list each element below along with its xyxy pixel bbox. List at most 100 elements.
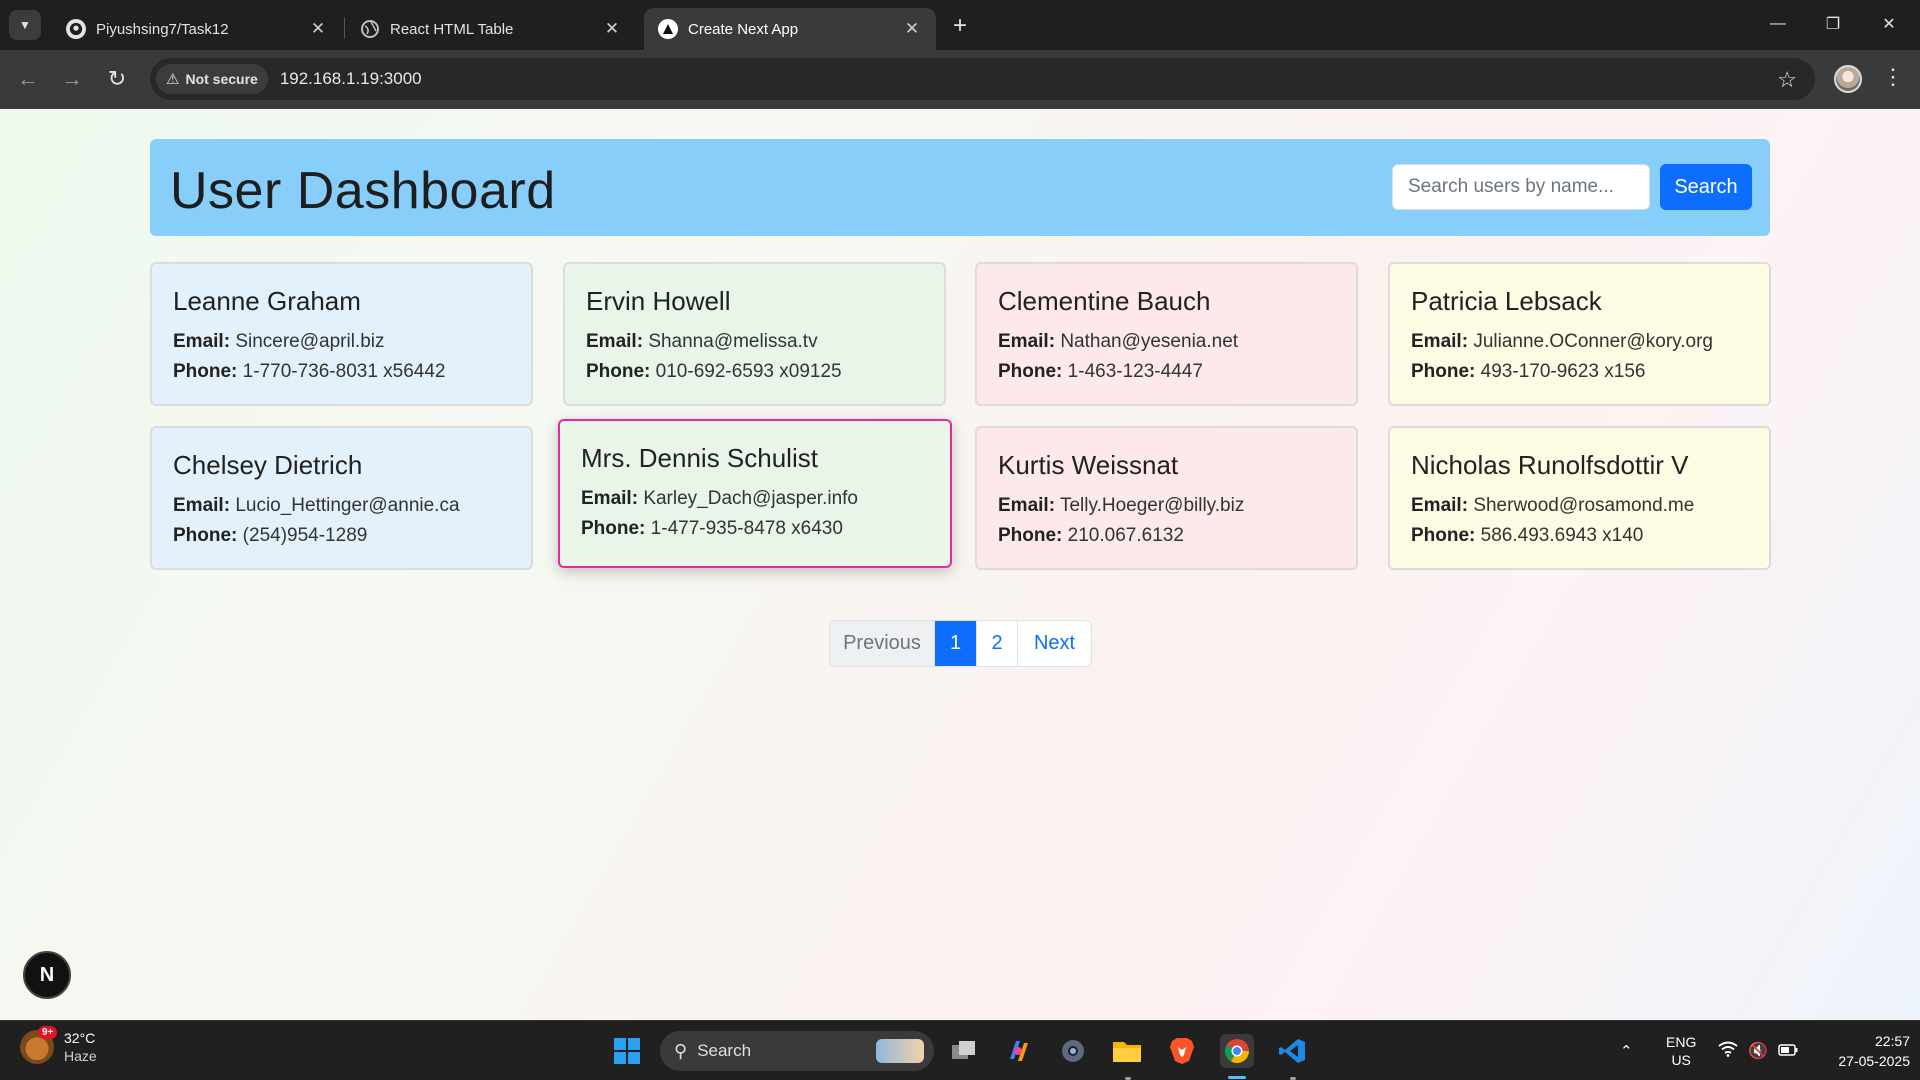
- address-bar[interactable]: ⚠ Not secure 192.168.1.19:3000 ☆: [150, 58, 1815, 100]
- user-card: Clementine Bauch Email: Nathan@yesenia.n…: [975, 262, 1358, 406]
- warning-icon: ⚠: [166, 71, 180, 88]
- email-label: Email:: [998, 331, 1056, 352]
- user-phone-row: Phone: 010-692-6593 x09125: [586, 361, 924, 383]
- close-icon: ✕: [1882, 16, 1896, 33]
- user-phone: 586.493.6943 x140: [1480, 525, 1644, 546]
- user-phone-row: Phone: (254)954-1289: [173, 525, 511, 547]
- reload-button[interactable]: ↻: [100, 62, 134, 96]
- phone-label: Phone:: [998, 525, 1063, 546]
- taskbar-search-label: Search: [697, 1041, 752, 1060]
- pagination-page-1[interactable]: 1: [935, 621, 977, 666]
- system-tray-status[interactable]: 🔇: [1718, 1021, 1798, 1080]
- url-text[interactable]: 192.168.1.19:3000: [280, 69, 422, 89]
- user-card: Chelsey Dietrich Email: Lucio_Hettinger@…: [150, 426, 533, 570]
- browser-menu-icon[interactable]: ⋮: [1880, 64, 1906, 90]
- user-phone: 493-170-9623 x156: [1480, 361, 1646, 382]
- user-phone: 1-477-935-8478 x6430: [650, 518, 843, 539]
- vscode-icon[interactable]: [1275, 1034, 1309, 1068]
- nextjs-dev-indicator[interactable]: N: [23, 951, 71, 999]
- weather-widget[interactable]: 9+ 32°C Haze: [20, 1026, 97, 1065]
- user-name: Mrs. Dennis Schulist: [581, 443, 818, 473]
- user-email: Nathan@yesenia.net: [1060, 331, 1239, 352]
- user-email-row: Email: Karley_Dach@jasper.info: [581, 488, 930, 510]
- phone-label: Phone:: [998, 361, 1063, 382]
- close-icon[interactable]: ✕: [308, 19, 328, 39]
- profile-avatar[interactable]: [1834, 65, 1862, 93]
- user-name: Leanne Graham: [173, 286, 361, 316]
- minimize-button[interactable]: —: [1756, 8, 1800, 40]
- system-clock[interactable]: 22:57 27-05-2025: [1810, 1031, 1910, 1071]
- pagination-previous[interactable]: Previous: [830, 621, 935, 666]
- minimize-icon: —: [1770, 15, 1786, 32]
- windows-taskbar: 9+ 32°C Haze ⚲ Search ⌃ ENG US 🔇 22:57 2…: [0, 1020, 1920, 1080]
- pagination-next[interactable]: Next: [1018, 621, 1091, 666]
- back-button[interactable]: ←: [11, 62, 45, 96]
- phone-label: Phone:: [581, 518, 646, 539]
- windows-start-icon[interactable]: [610, 1034, 644, 1068]
- user-name: Ervin Howell: [586, 286, 731, 316]
- browser-tab-bar: ▼ Piyushsing7/Task12 ✕ React HTML Table …: [0, 0, 1920, 50]
- page-viewport: User Dashboard Search Leanne Graham Emai…: [0, 109, 1920, 1020]
- email-label: Email:: [173, 495, 231, 516]
- bookmark-star-icon[interactable]: ☆: [1777, 67, 1797, 93]
- user-phone: 010-692-6593 x09125: [655, 361, 842, 382]
- email-label: Email:: [1411, 495, 1469, 516]
- search-input[interactable]: [1392, 164, 1650, 210]
- user-email: Karley_Dach@jasper.info: [643, 488, 858, 509]
- user-phone: 1-463-123-4447: [1067, 361, 1203, 382]
- user-name: Clementine Bauch: [998, 286, 1211, 316]
- close-icon[interactable]: ✕: [602, 19, 622, 39]
- user-phone: 1-770-736-8031 x56442: [242, 361, 446, 382]
- pagination: Previous 1 2 Next: [829, 620, 1092, 667]
- email-label: Email:: [173, 331, 231, 352]
- tab-react-html-table[interactable]: React HTML Table ✕: [346, 8, 636, 50]
- forward-button[interactable]: →: [55, 62, 89, 96]
- search-highlight-image: [876, 1039, 924, 1063]
- taskbar-search[interactable]: ⚲ Search: [660, 1031, 934, 1071]
- email-label: Email:: [586, 331, 644, 352]
- new-tab-button[interactable]: +: [946, 12, 974, 40]
- security-label: Not secure: [185, 71, 258, 87]
- restore-button[interactable]: ❐: [1811, 8, 1855, 40]
- clock-time: 22:57: [1874, 1033, 1910, 1049]
- task-view-icon[interactable]: [947, 1034, 981, 1068]
- pagination-page-2[interactable]: 2: [977, 621, 1018, 666]
- file-explorer-icon[interactable]: [1110, 1034, 1144, 1068]
- site-info-chip[interactable]: ⚠ Not secure: [156, 64, 268, 94]
- chrome-icon[interactable]: [1220, 1034, 1254, 1068]
- user-phone-row: Phone: 493-170-9623 x156: [1411, 361, 1749, 383]
- language-indicator[interactable]: ENG US: [1666, 1021, 1696, 1080]
- user-email-row: Email: Shanna@melissa.tv: [586, 331, 924, 353]
- user-email-row: Email: Telly.Hoeger@billy.biz: [998, 495, 1336, 517]
- close-icon[interactable]: ✕: [902, 19, 922, 39]
- volume-muted-icon: 🔇: [1748, 1043, 1768, 1060]
- close-window-button[interactable]: ✕: [1867, 8, 1911, 40]
- search-button[interactable]: Search: [1660, 164, 1752, 210]
- settings-gear-icon[interactable]: [1056, 1034, 1090, 1068]
- user-email-row: Email: Nathan@yesenia.net: [998, 331, 1336, 353]
- user-card: Patricia Lebsack Email: Julianne.OConner…: [1388, 262, 1771, 406]
- tab-create-next-app[interactable]: Create Next App ✕: [644, 8, 936, 50]
- tab-divider: [344, 17, 345, 39]
- user-card: Nicholas Runolfsdottir V Email: Sherwood…: [1388, 426, 1771, 570]
- user-phone-row: Phone: 1-463-123-4447: [998, 361, 1336, 383]
- reload-icon: ↻: [107, 66, 127, 91]
- user-email: Sherwood@rosamond.me: [1473, 495, 1695, 516]
- notification-badge: 9+: [38, 1026, 58, 1039]
- user-name: Kurtis Weissnat: [998, 450, 1179, 480]
- tab-github[interactable]: Piyushsing7/Task12 ✕: [52, 8, 342, 50]
- brave-browser-icon[interactable]: [1165, 1034, 1199, 1068]
- tray-overflow-icon[interactable]: ⌃: [1620, 1021, 1633, 1080]
- active-app-indicator: [1228, 1076, 1246, 1079]
- copilot-icon[interactable]: [1001, 1034, 1035, 1068]
- github-icon: [66, 19, 86, 39]
- search-icon: ⚲: [674, 1040, 688, 1061]
- language-line-1: ENG: [1666, 1034, 1697, 1050]
- user-card-highlighted[interactable]: Mrs. Dennis Schulist Email: Karley_Dach@…: [558, 419, 952, 568]
- user-email: Sincere@april.biz: [235, 331, 385, 352]
- user-card: Leanne Graham Email: Sincere@april.biz P…: [150, 262, 533, 406]
- user-email: Julianne.OConner@kory.org: [1473, 331, 1713, 352]
- wifi-icon: [1718, 1041, 1738, 1061]
- tab-search-button[interactable]: ▼: [9, 10, 41, 40]
- language-line-2: US: [1671, 1052, 1691, 1068]
